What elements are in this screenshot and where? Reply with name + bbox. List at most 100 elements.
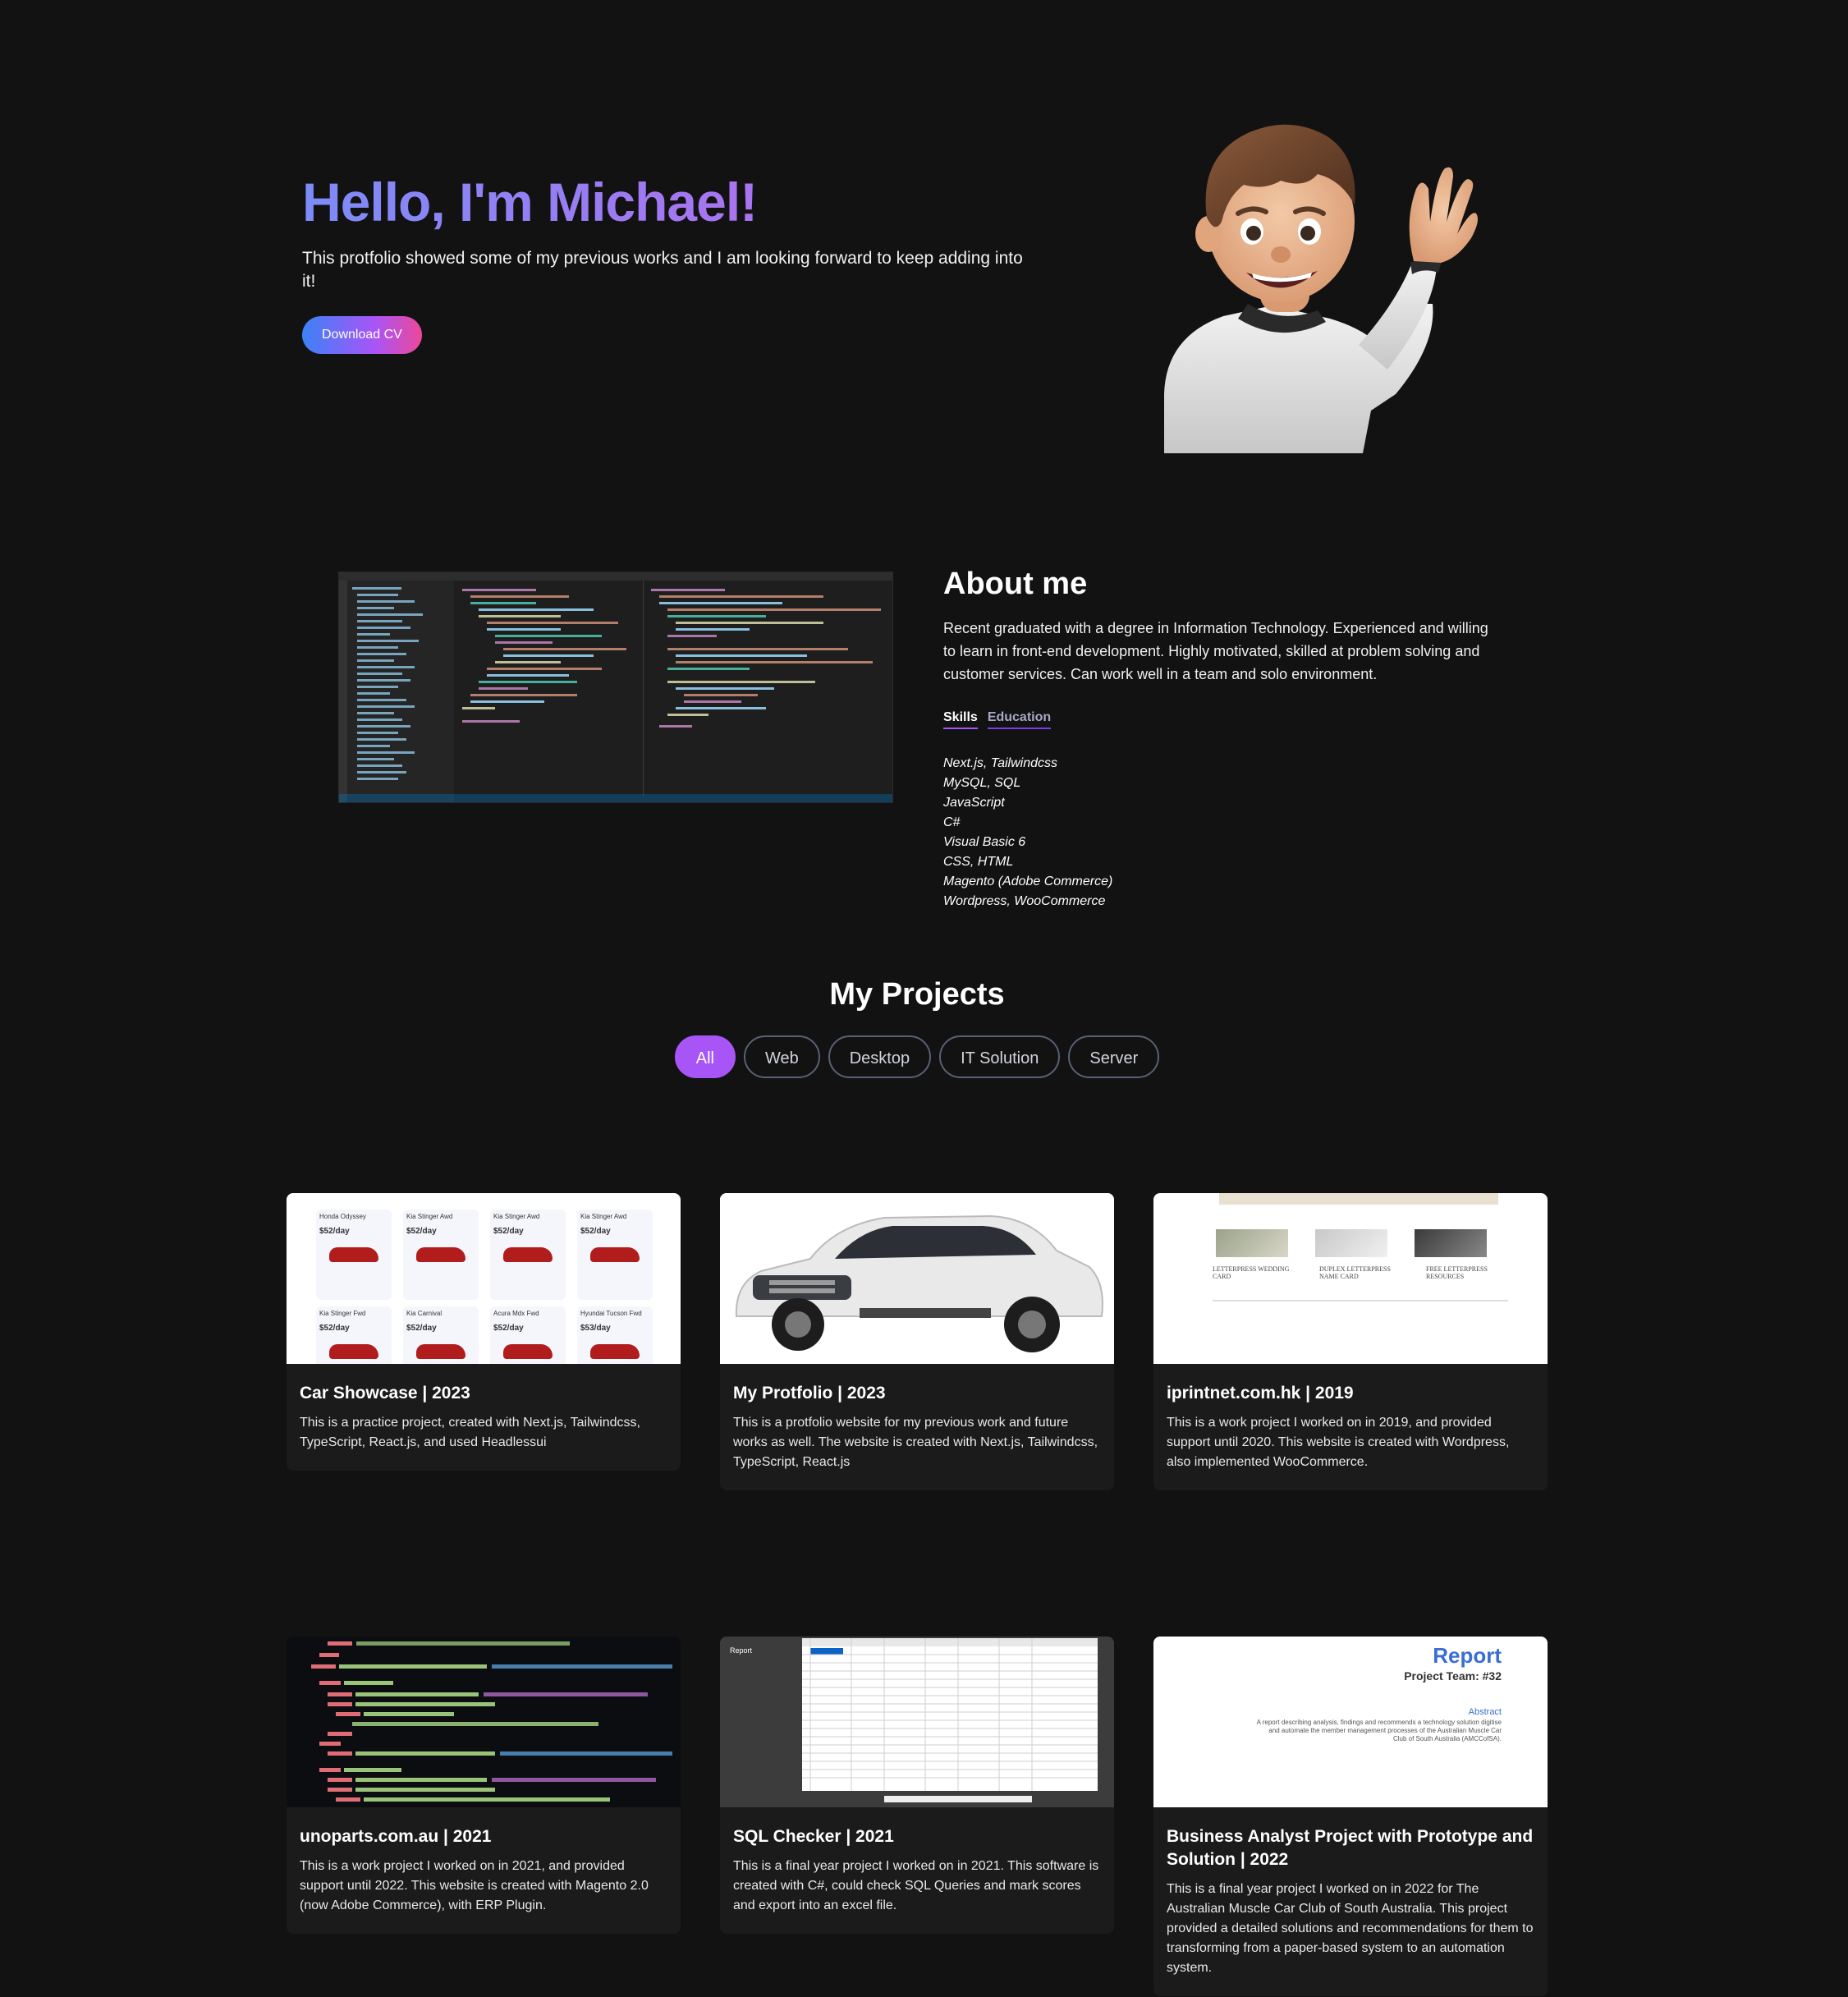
download-cv-button[interactable]: Download CV [302, 315, 422, 354]
projects-title: My Projects [829, 977, 1005, 1012]
car-price: $52/day [493, 1227, 524, 1236]
project-thumbnail-suv [720, 1193, 1114, 1364]
sql-results-table [802, 1638, 1098, 1791]
header-strip [1219, 1193, 1498, 1205]
car-grid: Honda Odyssey $52/day Kia Stinger Awd $5… [316, 1210, 653, 1364]
thumb-image [1216, 1229, 1288, 1257]
report-team: Project Team: #32 [1404, 1669, 1502, 1683]
filter-server[interactable]: Server [1068, 1035, 1160, 1078]
skill-item: Visual Basic 6 [943, 835, 1026, 849]
project-title: Car Showcase | 2023 [300, 1384, 470, 1402]
tab-skills[interactable]: Skills [943, 710, 978, 729]
filter-all[interactable]: All [674, 1035, 736, 1078]
car-shape [590, 1344, 640, 1359]
skill-item: JavaScript [943, 796, 1005, 810]
project-title: Business Analyst Project with Prototype … [1167, 1827, 1534, 1869]
car-name: Kia Stinger Fwd [319, 1310, 366, 1317]
sql-sidebar-label: Report [730, 1646, 753, 1655]
car-price: $53/day [580, 1324, 611, 1333]
report-abstract-text: A report describing analysis, findings a… [1256, 1719, 1502, 1742]
card-body: SQL Checker | 2021 This is a final year … [720, 1807, 1114, 1934]
skill-item: Next.js, Tailwindcss [943, 756, 1058, 770]
car-name: Honda Odyssey [319, 1213, 366, 1220]
car-shape [416, 1247, 465, 1262]
project-card[interactable]: Report SQL Checker | 2021 This is a fina… [720, 1637, 1114, 1934]
card-body: Car Showcase | 2023 This is a practice p… [287, 1364, 681, 1471]
car-shape [329, 1344, 378, 1359]
project-thumbnail-car-showcase: Honda Odyssey $52/day Kia Stinger Awd $5… [287, 1193, 681, 1364]
car-shape [503, 1344, 553, 1359]
divider [1213, 1300, 1508, 1301]
filter-it-solution[interactable]: IT Solution [939, 1035, 1061, 1078]
project-description: This is a final year project I worked on… [1167, 1882, 1534, 1975]
print-columns: LETTERPRESS WEDDING CARD DUPLEX LETTERPR… [1213, 1265, 1508, 1280]
project-thumbnail-iprintnet: LETTERPRESS WEDDING CARD DUPLEX LETTERPR… [1153, 1193, 1548, 1364]
project-card[interactable]: LETTERPRESS WEDDING CARD DUPLEX LETTERPR… [1153, 1193, 1548, 1490]
project-thumbnail-report: Report Project Team: #32 Abstract A repo… [1153, 1637, 1548, 1807]
project-card[interactable]: Honda Odyssey $52/day Kia Stinger Awd $5… [287, 1193, 681, 1471]
car-tile: Kia Stinger Awd $52/day [490, 1210, 566, 1300]
filter-web[interactable]: Web [743, 1035, 820, 1078]
project-thumbnail-code [287, 1637, 681, 1807]
card-body: iprintnet.com.hk | 2019 This is a work p… [1153, 1364, 1548, 1490]
filter-desktop[interactable]: Desktop [828, 1035, 932, 1078]
car-shape [503, 1247, 553, 1262]
project-description: This is a work project I worked on in 20… [1167, 1416, 1510, 1469]
card-body: unoparts.com.au | 2021 This is a work pr… [287, 1807, 681, 1934]
project-title: unoparts.com.au | 2021 [300, 1827, 492, 1846]
car-shape [416, 1344, 465, 1359]
about-title: About me [943, 567, 1088, 601]
thumb-image [1415, 1229, 1487, 1257]
report-abstract-label: Abstract [1468, 1707, 1502, 1717]
car-price: $52/day [406, 1227, 437, 1236]
car-name: Hyundai Tucson Fwd [580, 1310, 642, 1317]
sql-footer-input [884, 1796, 1032, 1802]
project-description: This is a practice project, created with… [300, 1416, 640, 1449]
car-price: $52/day [580, 1227, 611, 1236]
skill-item: Magento (Adobe Commerce) [943, 875, 1113, 888]
hero-description: This protfolio showed some of my previou… [302, 248, 1023, 291]
project-card[interactable]: Report Project Team: #32 Abstract A repo… [1153, 1637, 1548, 1996]
car-name: Kia Stinger Awd [580, 1213, 627, 1220]
car-shape [590, 1247, 640, 1262]
tab-education[interactable]: Education [987, 710, 1052, 729]
project-title: SQL Checker | 2021 [733, 1827, 894, 1846]
skill-item: MySQL, SQL [943, 776, 1021, 790]
project-card[interactable]: My Protfolio | 2023 This is a protfolio … [720, 1193, 1114, 1490]
car-tile: Honda Odyssey $52/day [316, 1210, 392, 1300]
thumb-image [1315, 1229, 1387, 1257]
car-price: $52/day [406, 1324, 437, 1333]
about-tabs: Skills Education [943, 710, 1502, 729]
car-tile: Kia Stinger Fwd $52/day [316, 1306, 392, 1364]
car-name: Kia Stinger Awd [493, 1213, 540, 1220]
project-filters: All Web Desktop IT Solution Server [0, 1035, 1834, 1078]
code-editor-screenshot [338, 572, 893, 803]
project-title: iprintnet.com.hk | 2019 [1167, 1384, 1354, 1402]
report-title: Report [1433, 1643, 1502, 1668]
project-description: This is a work project I worked on in 20… [300, 1859, 649, 1912]
about-description: Recent graduated with a degree in Inform… [943, 620, 1488, 682]
car-tile: Kia Stinger Awd $52/day [403, 1210, 479, 1300]
project-title: My Protfolio | 2023 [733, 1384, 886, 1402]
car-name: Kia Carnival [406, 1310, 443, 1317]
print-thumbnails [1216, 1229, 1487, 1257]
hero-content: Hello, I'm Michael! This protfolio showe… [302, 172, 1025, 354]
skills-list: Next.js, Tailwindcss MySQL, SQL JavaScri… [943, 754, 1502, 911]
card-body: Business Analyst Project with Prototype … [1153, 1807, 1548, 1996]
project-thumbnail-sql-checker: Report [720, 1637, 1114, 1807]
car-price: $52/day [493, 1324, 524, 1333]
car-tile: Acura Mdx Fwd $52/day [490, 1306, 566, 1364]
skill-item: Wordpress, WooCommerce [943, 894, 1106, 908]
project-description: This is a protfolio website for my previ… [733, 1416, 1098, 1469]
car-tile: Hyundai Tucson Fwd $53/day [577, 1306, 653, 1364]
card-body: My Protfolio | 2023 This is a protfolio … [720, 1364, 1114, 1490]
car-tile: Kia Carnival $52/day [403, 1306, 479, 1364]
skill-item: C# [943, 815, 961, 829]
car-name: Acura Mdx Fwd [493, 1310, 539, 1317]
project-description: This is a final year project I worked on… [733, 1859, 1099, 1912]
car-price: $52/day [319, 1227, 350, 1236]
car-price: $52/day [319, 1324, 350, 1333]
print-col-label: FREE LETTERPRESS RESOURCES [1426, 1265, 1488, 1280]
project-card[interactable]: unoparts.com.au | 2021 This is a work pr… [287, 1637, 681, 1934]
avatar-memoji [1164, 124, 1478, 453]
